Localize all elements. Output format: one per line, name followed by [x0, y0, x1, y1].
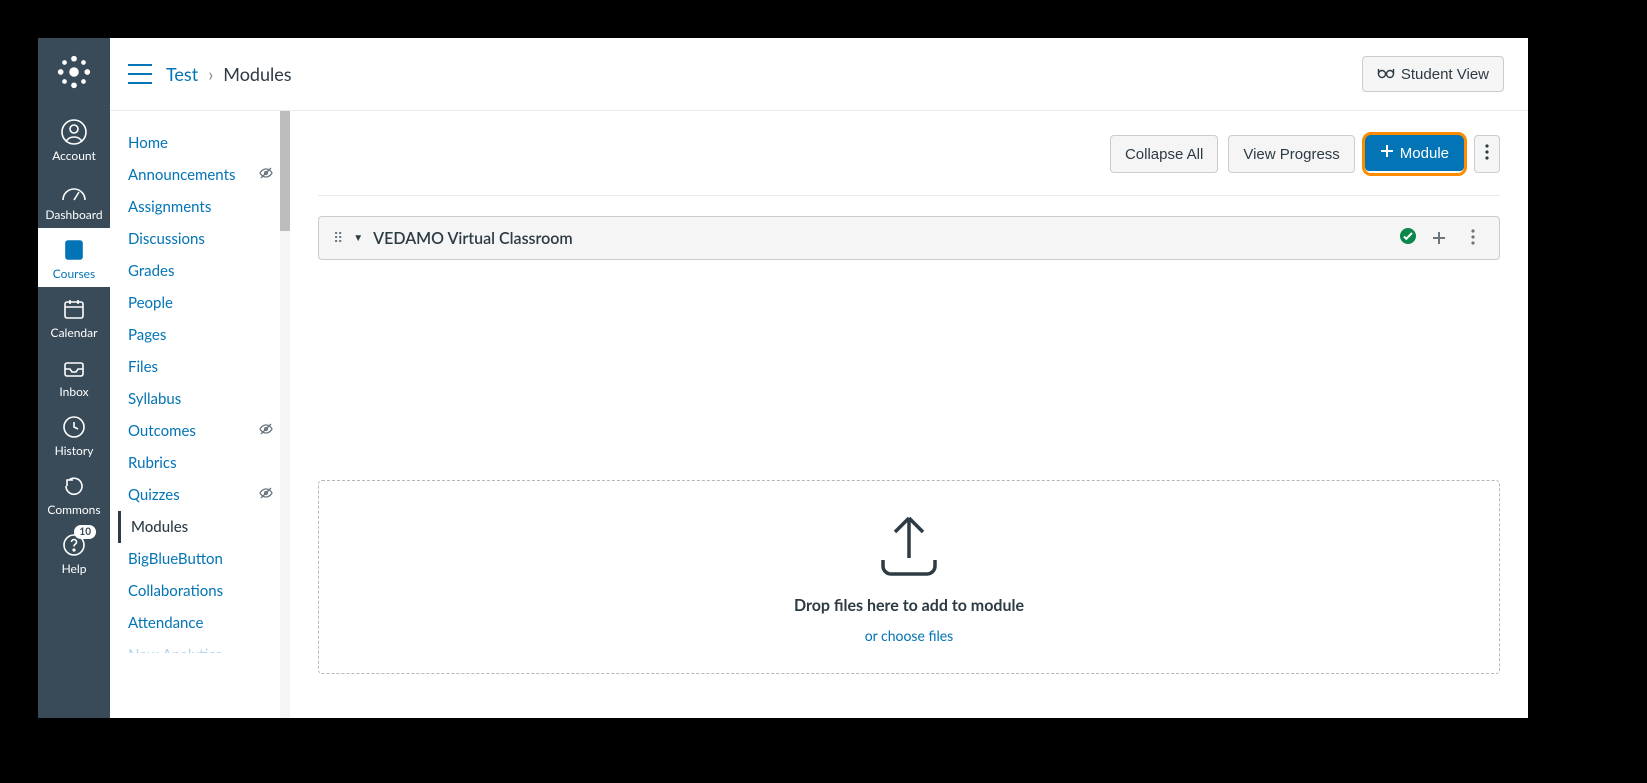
- inbox-icon: [60, 354, 88, 382]
- coursenav-people[interactable]: People: [128, 287, 280, 319]
- course-nav: Home Announcements Assignments Discussio…: [110, 111, 280, 718]
- content-area: Home Announcements Assignments Discussio…: [110, 111, 1528, 718]
- hamburger-icon[interactable]: [128, 64, 152, 84]
- page-body: Collapse All View Progress Module ⠿ ▼: [280, 111, 1528, 718]
- module-add-item-button[interactable]: [1427, 228, 1451, 249]
- nav-courses[interactable]: Courses: [38, 228, 110, 287]
- coursenav-rubrics[interactable]: Rubrics: [128, 447, 280, 479]
- nav-calendar[interactable]: Calendar: [38, 287, 110, 346]
- file-dropzone[interactable]: Drop files here to add to module or choo…: [318, 480, 1500, 674]
- book-icon: [60, 236, 88, 264]
- gauge-icon: [60, 177, 88, 205]
- coursenav-syllabus[interactable]: Syllabus: [128, 383, 280, 415]
- page-toolbar: Collapse All View Progress Module: [318, 135, 1500, 196]
- coursenav-home[interactable]: Home: [128, 127, 280, 159]
- coursenav-discussions[interactable]: Discussions: [128, 223, 280, 255]
- published-check-icon[interactable]: [1399, 227, 1417, 249]
- canvas-logo-icon[interactable]: [54, 52, 94, 92]
- drag-handle-icon[interactable]: ⠿: [333, 229, 343, 247]
- coursenav-attendance[interactable]: Attendance: [128, 607, 280, 639]
- coursenav-assignments[interactable]: Assignments: [128, 191, 280, 223]
- module-header[interactable]: ⠿ ▼ VEDAMO Virtual Classroom: [318, 216, 1500, 260]
- coursenav-new-analytics[interactable]: New Analytics: [128, 639, 280, 653]
- breadcrumb-page: Modules: [223, 63, 291, 85]
- coursenav-announcements[interactable]: Announcements: [128, 159, 280, 191]
- share-arrow-icon: [60, 472, 88, 500]
- global-nav: Account Dashboard Courses Calendar Inbox…: [38, 38, 110, 718]
- coursenav-files[interactable]: Files: [128, 351, 280, 383]
- view-progress-button[interactable]: View Progress: [1228, 135, 1354, 173]
- eye-off-icon: [258, 485, 274, 505]
- clock-icon: [60, 413, 88, 441]
- nav-history[interactable]: History: [38, 405, 110, 464]
- eye-off-icon: [258, 165, 274, 185]
- add-module-highlight: Module: [1365, 135, 1464, 173]
- dropzone-title: Drop files here to add to module: [794, 596, 1024, 615]
- collapse-all-button[interactable]: Collapse All: [1110, 135, 1218, 173]
- plus-icon: [1380, 144, 1394, 162]
- nav-commons[interactable]: Commons: [38, 464, 110, 523]
- help-badge: 10: [74, 525, 96, 539]
- user-circle-icon: [60, 118, 88, 146]
- main-region: Test › Modules Student View Home Announc…: [110, 38, 1528, 718]
- chevron-right-icon: ›: [208, 63, 213, 85]
- glasses-icon: [1377, 65, 1395, 83]
- coursenav-quizzes[interactable]: Quizzes: [128, 479, 280, 511]
- nav-account[interactable]: Account: [38, 110, 110, 169]
- calendar-icon: [60, 295, 88, 323]
- nav-help[interactable]: 10 Help: [38, 523, 110, 582]
- page-options-button[interactable]: [1474, 135, 1500, 173]
- breadcrumb-course[interactable]: Test: [166, 63, 198, 85]
- coursenav-collaborations[interactable]: Collaborations: [128, 575, 280, 607]
- breadcrumb: Test › Modules: [166, 63, 292, 85]
- upload-icon: [869, 510, 949, 584]
- coursenav-modules[interactable]: Modules: [118, 511, 280, 543]
- scrollbar-thumb[interactable]: [280, 111, 290, 231]
- course-nav-scrollbar[interactable]: [280, 111, 290, 718]
- add-module-button[interactable]: Module: [1365, 135, 1464, 171]
- topbar: Test › Modules Student View: [110, 38, 1528, 111]
- nav-dashboard[interactable]: Dashboard: [38, 169, 110, 228]
- coursenav-grades[interactable]: Grades: [128, 255, 280, 287]
- student-view-button[interactable]: Student View: [1362, 56, 1504, 92]
- choose-files-link[interactable]: or choose files: [865, 627, 954, 644]
- coursenav-bigbluebutton[interactable]: BigBlueButton: [128, 543, 280, 575]
- module-options-button[interactable]: [1461, 228, 1485, 249]
- nav-inbox[interactable]: Inbox: [38, 346, 110, 405]
- eye-off-icon: [258, 421, 274, 441]
- caret-down-icon[interactable]: ▼: [353, 232, 363, 244]
- coursenav-outcomes[interactable]: Outcomes: [128, 415, 280, 447]
- kebab-icon: [1485, 144, 1489, 164]
- app-frame: Account Dashboard Courses Calendar Inbox…: [38, 38, 1528, 718]
- coursenav-pages[interactable]: Pages: [128, 319, 280, 351]
- module-title: VEDAMO Virtual Classroom: [373, 229, 1389, 248]
